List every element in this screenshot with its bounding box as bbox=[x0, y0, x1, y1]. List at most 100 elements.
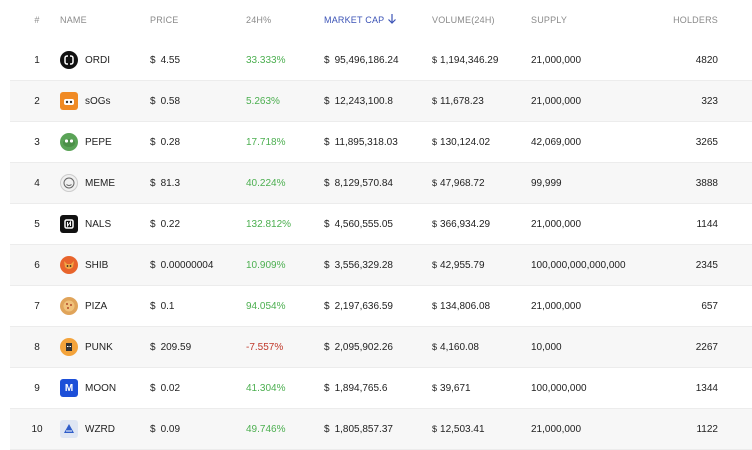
volume-cell: $47,968.72 bbox=[432, 163, 532, 203]
price-cell: $0.09 bbox=[150, 409, 246, 449]
currency-symbol: $ bbox=[432, 342, 438, 352]
price-cell: $209.59 bbox=[150, 327, 246, 367]
nals-icon bbox=[60, 215, 78, 233]
currency-symbol: $ bbox=[432, 424, 438, 434]
table-row[interactable]: 7 PIZA $0.1 94.054% $2,197,636.59 $134,806.08… bbox=[10, 286, 752, 327]
change-cell: 5.263% bbox=[246, 95, 280, 107]
currency-symbol: $ bbox=[150, 382, 156, 394]
market-cap-value: 2,197,636.59 bbox=[334, 300, 393, 312]
market-cap-value: 2,095,902.26 bbox=[334, 341, 393, 353]
volume-value: 42,955.79 bbox=[440, 259, 485, 271]
token-name: sOGs bbox=[85, 95, 111, 107]
price-cell: $81.3 bbox=[150, 163, 246, 203]
volume-value: 4,160.08 bbox=[440, 341, 479, 353]
volume-cell: $39,671 bbox=[432, 368, 532, 408]
table-row[interactable]: 4 MEME $81.3 40.224% $8,129,570.84 $47,968.72… bbox=[10, 163, 752, 204]
market-cap-cell: $1,805,857.37 bbox=[324, 409, 432, 449]
rank-cell: 10 bbox=[31, 423, 43, 435]
price-value: 4.55 bbox=[160, 54, 181, 66]
currency-symbol: $ bbox=[432, 55, 438, 65]
currency-symbol: $ bbox=[150, 341, 156, 353]
token-name: PUNK bbox=[85, 341, 113, 353]
table-row[interactable]: 8 PUNK $209.59 -7.557% $2,095,902.26 $4,160.0… bbox=[10, 327, 752, 368]
header-holders[interactable]: HOLDERS bbox=[628, 0, 718, 40]
name-cell[interactable]: sOGs bbox=[60, 81, 150, 121]
price-cell: $0.1 bbox=[150, 286, 246, 326]
volume-cell: $130,124.02 bbox=[432, 122, 532, 162]
volume-value: 366,934.29 bbox=[440, 218, 491, 230]
change-cell: 94.054% bbox=[246, 300, 286, 312]
meme-icon bbox=[60, 174, 78, 192]
volume-value: 11,678.23 bbox=[440, 95, 484, 107]
name-cell[interactable]: PIZA bbox=[60, 286, 150, 326]
currency-symbol: $ bbox=[150, 300, 156, 312]
market-cap-value: 12,243,100.8 bbox=[334, 95, 393, 107]
currency-symbol: $ bbox=[324, 382, 330, 394]
token-name: SHIB bbox=[85, 259, 109, 271]
header-change[interactable]: 24H% bbox=[246, 0, 324, 40]
volume-cell: $134,806.08 bbox=[432, 286, 532, 326]
pepe-icon bbox=[60, 133, 78, 151]
price-value: 0.00000004 bbox=[160, 259, 214, 271]
market-cap-value: 11,895,318.03 bbox=[334, 136, 398, 148]
table-row[interactable]: 1 ORDI $4.55 33.333% $95,496,186.24 $1,194,34… bbox=[10, 40, 752, 81]
header-market-cap[interactable]: MARKET CAP bbox=[324, 0, 432, 40]
table-row[interactable]: 5 NALS $0.22 132.812% $4,560,555.05 $366,934.… bbox=[10, 204, 752, 245]
holders-cell: 3265 bbox=[695, 136, 718, 148]
header-price[interactable]: PRICE bbox=[150, 0, 246, 40]
change-cell: 40.224% bbox=[246, 177, 286, 189]
currency-symbol: $ bbox=[150, 218, 156, 230]
name-cell[interactable]: NALS bbox=[60, 204, 150, 244]
currency-symbol: $ bbox=[324, 95, 330, 107]
market-cap-cell: $11,895,318.03 bbox=[324, 122, 432, 162]
table-header: # NAME PRICE 24H% MARKET CAP VOLUME(24H)… bbox=[10, 0, 752, 40]
market-cap-value: 3,556,329.28 bbox=[334, 259, 393, 271]
price-cell: $0.58 bbox=[150, 81, 246, 121]
volume-cell: $42,955.79 bbox=[432, 245, 532, 285]
holders-cell: 1344 bbox=[695, 382, 718, 394]
change-cell: 17.718% bbox=[246, 136, 286, 148]
market-cap-cell: $1,894,765.6 bbox=[324, 368, 432, 408]
volume-cell: $366,934.29 bbox=[432, 204, 532, 244]
currency-symbol: $ bbox=[150, 259, 156, 271]
rank-cell: 6 bbox=[34, 259, 40, 271]
holders-cell: 1144 bbox=[696, 218, 718, 230]
shib-icon bbox=[60, 256, 78, 274]
currency-symbol: $ bbox=[432, 96, 438, 106]
price-cell: $0.02 bbox=[150, 368, 246, 408]
change-cell: 41.304% bbox=[246, 382, 286, 394]
table-row[interactable]: 2 sOGs $0.58 5.263% $12,243,100.8 $11,678.23 2… bbox=[10, 81, 752, 122]
token-table: # NAME PRICE 24H% MARKET CAP VOLUME(24H)… bbox=[10, 0, 752, 450]
volume-cell: $11,678.23 bbox=[432, 81, 532, 121]
market-cap-cell: $2,095,902.26 bbox=[324, 327, 432, 367]
token-name: WZRD bbox=[85, 423, 115, 435]
header-volume[interactable]: VOLUME(24H) bbox=[432, 0, 532, 40]
table-row[interactable]: 10 WZRD $0.09 49.746% $1,805,857.37 $12,503.4… bbox=[10, 409, 752, 450]
name-cell[interactable]: MEME bbox=[60, 163, 150, 203]
price-value: 0.02 bbox=[160, 382, 181, 394]
name-cell[interactable]: SHIB bbox=[60, 245, 150, 285]
header-name[interactable]: NAME bbox=[60, 0, 150, 40]
table-row[interactable]: 6 SHIB $0.00000004 10.909% $3,556,329.28 $42,… bbox=[10, 245, 752, 286]
rank-cell: 4 bbox=[34, 177, 40, 189]
header-rank[interactable]: # bbox=[10, 0, 64, 40]
rank-cell: 9 bbox=[34, 382, 40, 394]
currency-symbol: $ bbox=[324, 300, 330, 312]
name-cell[interactable]: PUNK bbox=[60, 327, 150, 367]
name-cell[interactable]: WZRD bbox=[60, 409, 150, 449]
market-cap-value: 1,894,765.6 bbox=[334, 382, 388, 394]
arrow-down-icon bbox=[388, 14, 397, 26]
change-cell: 33.333% bbox=[246, 54, 286, 66]
name-cell[interactable]: M MOON bbox=[60, 368, 150, 408]
name-cell[interactable]: ORDI bbox=[60, 40, 150, 80]
price-cell: $4.55 bbox=[150, 40, 246, 80]
currency-symbol: $ bbox=[324, 341, 330, 353]
market-cap-value: 4,560,555.05 bbox=[334, 218, 393, 230]
currency-symbol: $ bbox=[432, 260, 438, 270]
holders-cell: 323 bbox=[701, 95, 718, 107]
table-row[interactable]: 3 PEPE $0.28 17.718% $11,895,318.03 $130,124.… bbox=[10, 122, 752, 163]
table-row[interactable]: 9 M MOON $0.02 41.304% $1,894,765.6 $39,671 100… bbox=[10, 368, 752, 409]
name-cell[interactable]: PEPE bbox=[60, 122, 150, 162]
currency-symbol: $ bbox=[432, 301, 438, 311]
currency-symbol: $ bbox=[324, 136, 330, 148]
